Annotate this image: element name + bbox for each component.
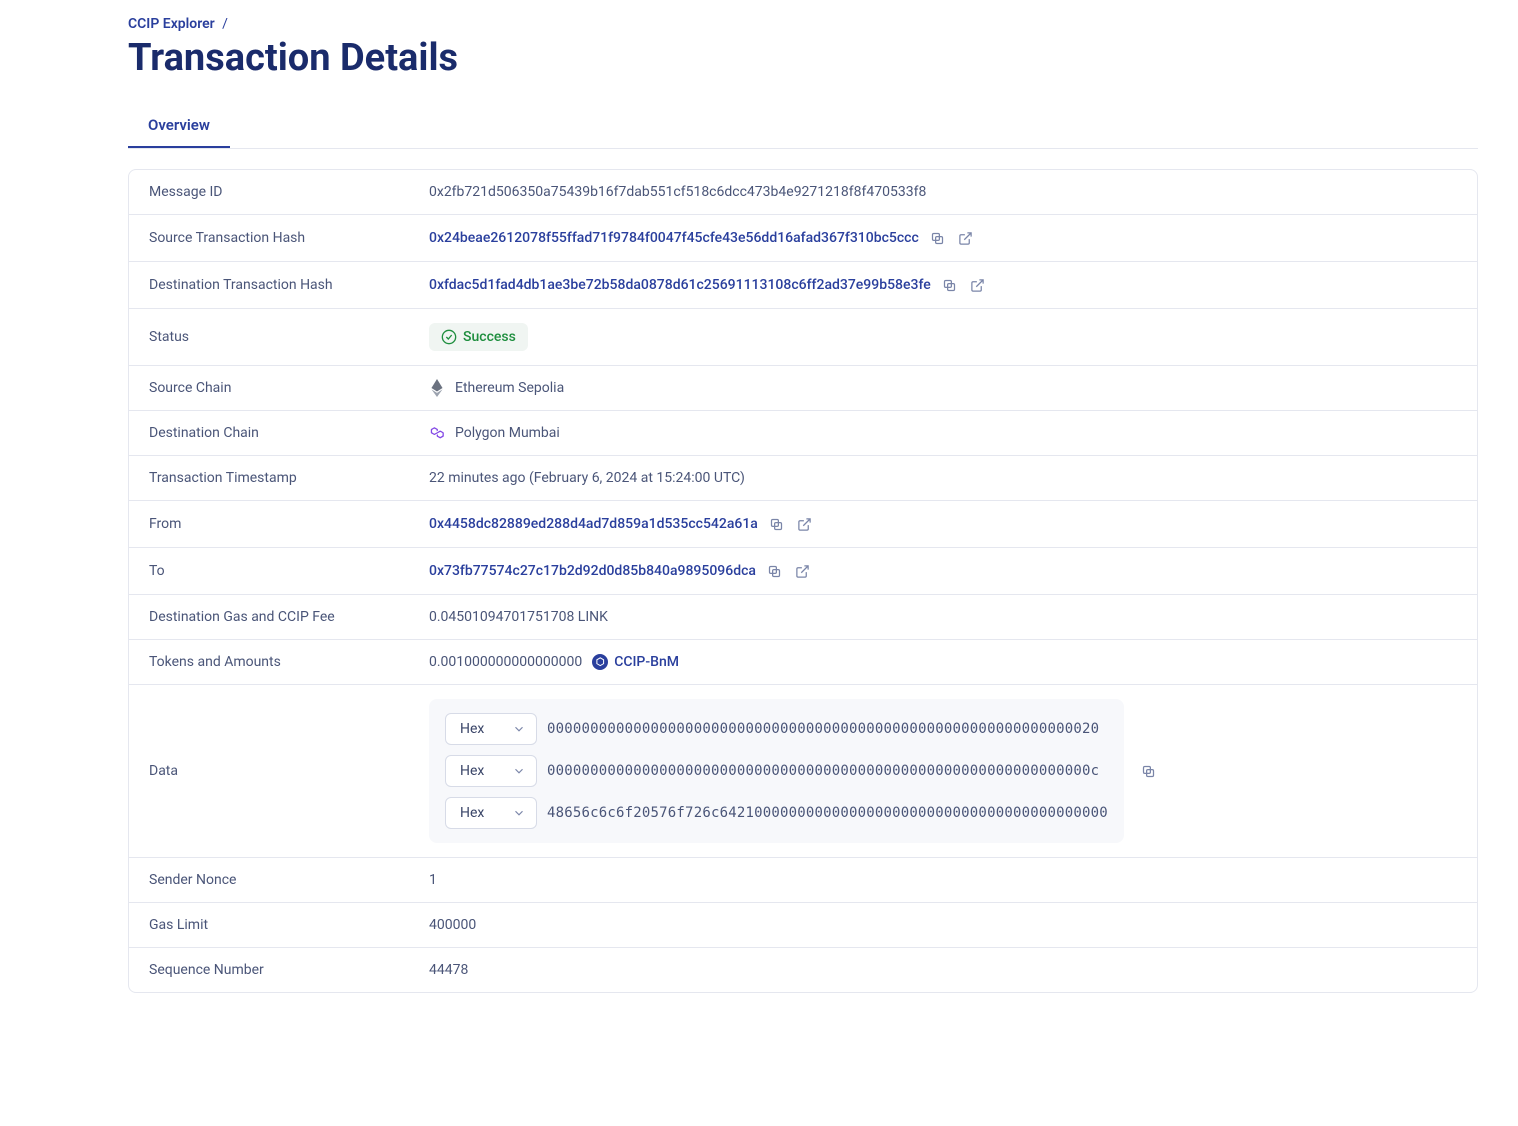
row-to: To 0x73fb77574c27c17b2d92d0d85b840a98950… [129,548,1477,595]
label-dest-tx: Destination Transaction Hash [149,277,429,293]
data-format-select[interactable]: Hex [445,755,537,787]
dest-chain-name: Polygon Mumbai [455,425,560,441]
external-link-icon[interactable] [969,276,987,294]
data-format-select[interactable]: Hex [445,797,537,829]
chevron-down-icon [512,722,526,736]
external-link-icon[interactable] [794,562,812,580]
data-hex-value: 0000000000000000000000000000000000000000… [547,721,1099,737]
tabs: Overview [128,104,1478,149]
source-chain-name: Ethereum Sepolia [455,380,564,396]
token-link[interactable]: ⬡ CCIP-BnM [592,654,679,670]
token-symbol: CCIP-BnM [614,654,679,670]
row-gas-limit: Gas Limit 400000 [129,903,1477,948]
tab-overview[interactable]: Overview [128,104,230,148]
row-dest-tx: Destination Transaction Hash 0xfdac5d1fa… [129,262,1477,309]
status-badge: Success [429,323,528,351]
data-line: Hex 48656c6c6f20576f726c6421000000000000… [445,797,1108,829]
row-seq: Sequence Number 44478 [129,948,1477,992]
row-gas-fee: Destination Gas and CCIP Fee 0.045010947… [129,595,1477,640]
label-seq: Sequence Number [149,962,429,978]
data-line: Hex 000000000000000000000000000000000000… [445,755,1108,787]
value-gas-fee: 0.04501094701751708 LINK [429,609,1457,625]
dest-tx-link[interactable]: 0xfdac5d1fad4db1ae3be72b58da0878d61c2569… [429,277,931,293]
breadcrumb-parent-link[interactable]: CCIP Explorer [128,16,215,32]
copy-icon[interactable] [929,229,947,247]
details-card: Message ID 0x2fb721d506350a75439b16f7dab… [128,169,1478,993]
value-nonce: 1 [429,872,1457,888]
label-status: Status [149,329,429,345]
source-chain: Ethereum Sepolia [429,380,564,396]
row-tokens: Tokens and Amounts 0.001000000000000000 … [129,640,1477,685]
label-message-id: Message ID [149,184,429,200]
label-data: Data [149,763,429,779]
data-hex-value: 0000000000000000000000000000000000000000… [547,763,1099,779]
copy-icon[interactable] [1140,762,1158,780]
row-data: Data Hex 0000000000000000000000000000000… [129,685,1477,858]
value-timestamp: 22 minutes ago (February 6, 2024 at 15:2… [429,470,1457,486]
token-icon: ⬡ [592,654,608,670]
label-source-tx: Source Transaction Hash [149,230,429,246]
data-hex-value: 48656c6c6f20576f726c64210000000000000000… [547,805,1108,821]
page-title: Transaction Details [128,36,1478,80]
row-message-id: Message ID 0x2fb721d506350a75439b16f7dab… [129,170,1477,215]
row-dest-chain: Destination Chain Polygon Mumbai [129,411,1477,456]
row-nonce: Sender Nonce 1 [129,858,1477,903]
value-message-id: 0x2fb721d506350a75439b16f7dab551cf518c6d… [429,184,1457,200]
row-status: Status Success [129,309,1477,366]
value-gas-limit: 400000 [429,917,1457,933]
label-dest-chain: Destination Chain [149,425,429,441]
copy-icon[interactable] [941,276,959,294]
copy-icon[interactable] [766,562,784,580]
select-label: Hex [460,721,484,737]
copy-icon[interactable] [768,515,786,533]
data-panel: Hex 000000000000000000000000000000000000… [429,699,1124,843]
data-line: Hex 000000000000000000000000000000000000… [445,713,1108,745]
token-amount: 0.001000000000000000 [429,654,582,670]
dest-chain: Polygon Mumbai [429,425,560,441]
row-source-tx: Source Transaction Hash 0x24beae2612078f… [129,215,1477,262]
to-link[interactable]: 0x73fb77574c27c17b2d92d0d85b840a9895096d… [429,563,756,579]
label-nonce: Sender Nonce [149,872,429,888]
status-text: Success [463,329,516,345]
select-label: Hex [460,763,484,779]
data-format-select[interactable]: Hex [445,713,537,745]
check-circle-icon [441,329,457,345]
chevron-down-icon [512,764,526,778]
label-gas-limit: Gas Limit [149,917,429,933]
row-timestamp: Transaction Timestamp 22 minutes ago (Fe… [129,456,1477,501]
label-source-chain: Source Chain [149,380,429,396]
row-from: From 0x4458dc82889ed288d4ad7d859a1d535cc… [129,501,1477,548]
from-link[interactable]: 0x4458dc82889ed288d4ad7d859a1d535cc542a6… [429,516,758,532]
select-label: Hex [460,805,484,821]
external-link-icon[interactable] [796,515,814,533]
breadcrumb: CCIP Explorer / [128,16,1478,32]
value-seq: 44478 [429,962,1457,978]
source-tx-link[interactable]: 0x24beae2612078f55ffad71f9784f0047f45cfe… [429,230,919,246]
chevron-down-icon [512,806,526,820]
ethereum-icon [429,380,445,396]
external-link-icon[interactable] [957,229,975,247]
label-timestamp: Transaction Timestamp [149,470,429,486]
row-source-chain: Source Chain Ethereum Sepolia [129,366,1477,411]
label-to: To [149,563,429,579]
label-from: From [149,516,429,532]
breadcrumb-sep: / [222,16,228,32]
polygon-icon [429,425,445,441]
label-gas-fee: Destination Gas and CCIP Fee [149,609,429,625]
label-tokens: Tokens and Amounts [149,654,429,670]
